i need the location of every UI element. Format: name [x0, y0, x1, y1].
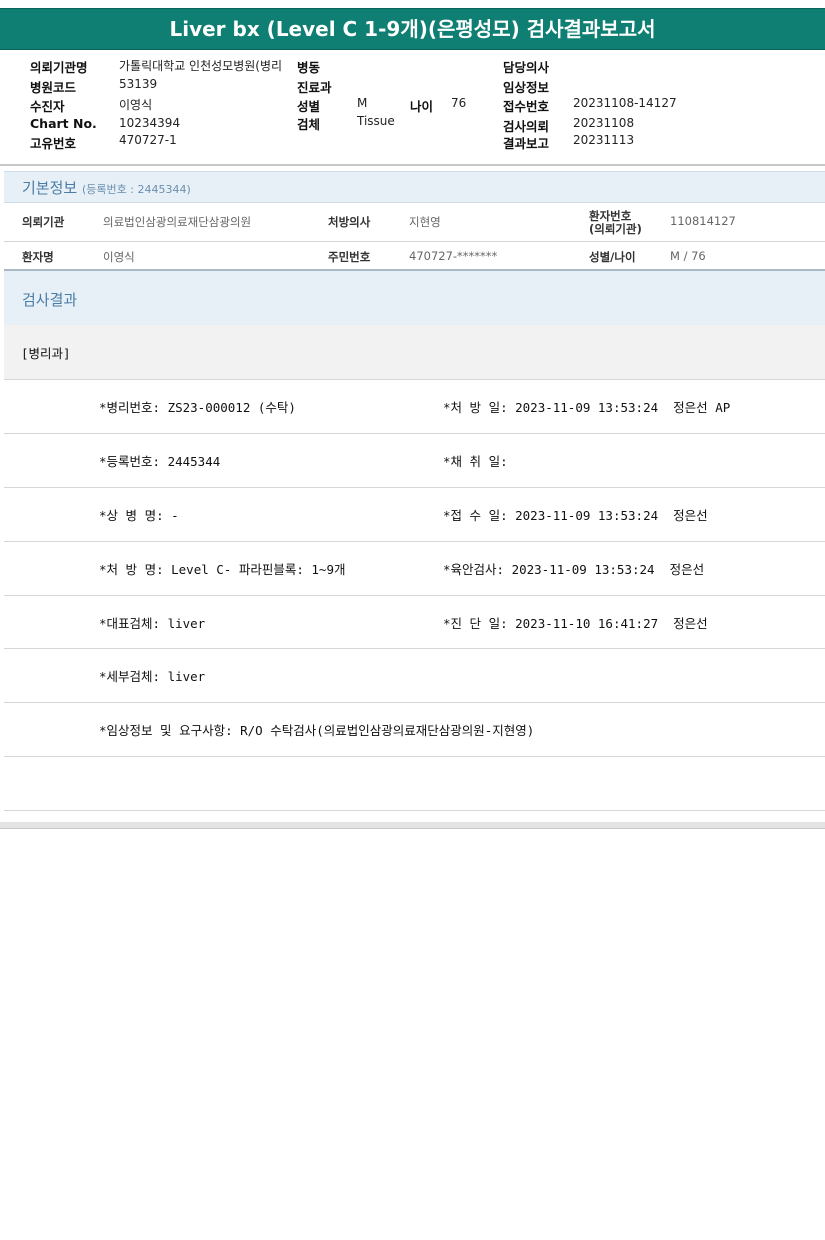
inst-value: 의료법인삼광의료재단삼광의원 [103, 215, 252, 229]
report-title: Liver bx (Level C 1-9개)(은평성모) 검사결과보고서 [169, 17, 656, 41]
sex-value: M [357, 96, 368, 110]
patno-value: 110814127 [670, 214, 736, 228]
prescription-name: *처 방 명: Level C- 파라핀블록: 1~9개 [99, 562, 346, 577]
clinical-label: 임상정보 [503, 80, 550, 95]
clinical-info: *임상정보 및 요구사항: R/O 수탁검사(의료법인삼광의료재단삼광의원-지현… [99, 723, 535, 738]
report-title-bar: Liver bx (Level C 1-9개)(은평성모) 검사결과보고서 [0, 8, 825, 50]
hospital-code-value: 53139 [119, 77, 158, 91]
sexage-value: M / 76 [670, 249, 706, 263]
dept-row: [병리과] [4, 325, 825, 380]
specimen-value: Tissue [357, 114, 395, 128]
header-divider [0, 164, 825, 166]
rrn-value: 470727-******* [409, 249, 498, 263]
name-value: 이영식 [103, 250, 135, 264]
unique-value: 470727-1 [119, 133, 177, 147]
sexage-label: 성별/나이 [589, 250, 636, 264]
rrn-label: 주민번호 [328, 250, 371, 264]
row-divider [4, 756, 825, 757]
prescriber-value: 지현영 [409, 215, 441, 229]
registration-number: *등록번호: 2445344 [99, 454, 221, 469]
chart-label: Chart No. [30, 116, 97, 131]
request-value: 20231108 [573, 116, 635, 130]
results-header: 검사결과 [4, 269, 825, 327]
result-label: 결과보고 [503, 136, 550, 151]
age-label: 나이 [410, 99, 434, 114]
row-divider [4, 648, 825, 649]
inst-label: 의뢰기관 [22, 215, 65, 229]
representative-specimen: *대표검체: liver [99, 616, 206, 631]
diagnosis-name: *상 병 명: - [99, 508, 179, 523]
basic-info-header: 기본정보 (등록번호 : 2445344) [4, 171, 825, 203]
row-divider [4, 487, 825, 488]
institution-label: 의뢰기관명 [30, 60, 88, 75]
basic-info-divider [4, 241, 825, 242]
collection-date: *채 취 일: [443, 454, 508, 469]
row-divider [4, 702, 825, 703]
receipt-label: 접수번호 [503, 99, 550, 114]
report-footer-rule [0, 822, 825, 829]
prescriber-label: 처방의사 [328, 215, 371, 229]
name-label: 환자명 [22, 250, 54, 264]
sex-label: 성별 [297, 99, 321, 114]
doctor-label: 담당의사 [503, 60, 550, 75]
patient-label: 수진자 [30, 99, 65, 114]
receipt-value: 20231108-14127 [573, 96, 677, 110]
institution-value: 가톨릭대학교 인천성모병원(병리 [119, 59, 283, 73]
receipt-date: *접 수 일: 2023-11-09 13:53:24 정은선 [443, 508, 708, 523]
pathology-number: *병리번호: ZS23-000012 (수탁) [99, 400, 296, 415]
result-value: 20231113 [573, 133, 635, 147]
ward-label: 병동 [297, 60, 321, 75]
row-divider [4, 433, 825, 434]
registration-note: (등록번호 : 2445344) [82, 183, 191, 196]
dept-label: 진료과 [297, 80, 332, 95]
age-value: 76 [451, 96, 467, 110]
gross-exam: *육안검사: 2023-11-09 13:53:24 정은선 [443, 562, 705, 577]
row-divider [4, 595, 825, 596]
diagnosis-date: *진 단 일: 2023-11-10 16:41:27 정은선 [443, 616, 708, 631]
dept-label: [병리과] [21, 346, 71, 361]
row-divider [4, 541, 825, 542]
chart-value: 10234394 [119, 116, 181, 130]
patno-sublabel: (의뢰기관) [589, 222, 642, 236]
row-divider [4, 810, 825, 811]
basic-info-title: 기본정보 [22, 179, 78, 197]
unique-label: 고유번호 [30, 136, 77, 151]
detail-specimen: *세부검체: liver [99, 669, 206, 684]
patient-value: 이영식 [119, 98, 153, 112]
results-title: 검사결과 [22, 291, 78, 309]
specimen-label: 검체 [297, 117, 321, 132]
prescription-date: *처 방 일: 2023-11-09 13:53:24 정은선 AP [443, 400, 731, 415]
hospital-code-label: 병원코드 [30, 80, 77, 95]
